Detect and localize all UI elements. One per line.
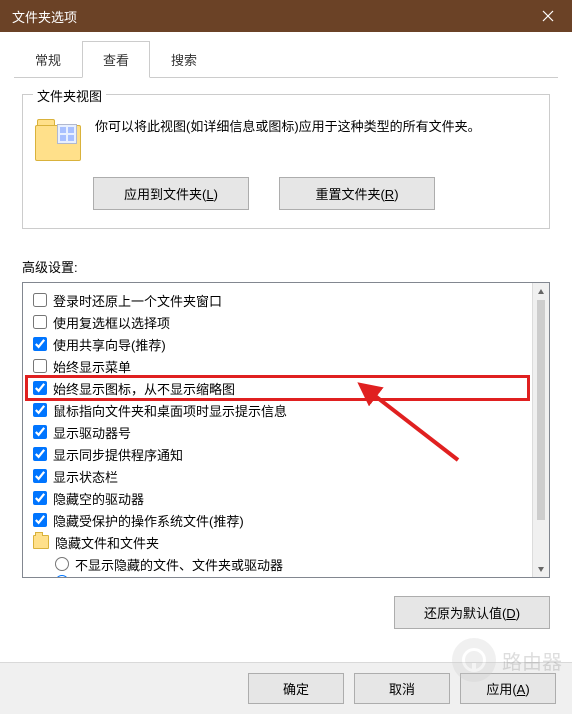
close-button[interactable] bbox=[524, 0, 572, 32]
checkbox-input[interactable] bbox=[33, 359, 47, 373]
window-title: 文件夹选项 bbox=[12, 7, 77, 26]
folder-mini-icon bbox=[33, 535, 49, 549]
ok-button[interactable]: 确定 bbox=[248, 673, 344, 704]
advanced-settings-label: 高级设置: bbox=[22, 257, 550, 276]
scroll-track[interactable] bbox=[533, 300, 549, 560]
item-label: 始终显示图标，从不显示缩略图 bbox=[53, 379, 235, 398]
item-label: 显示隐藏的文件、文件夹和驱动器 bbox=[75, 575, 270, 577]
scroll-down-arrow[interactable] bbox=[533, 560, 549, 577]
checkbox-input[interactable] bbox=[33, 315, 47, 329]
item-label: 隐藏受保护的操作系统文件(推荐) bbox=[53, 511, 244, 530]
item-label: 使用共享向导(推荐) bbox=[53, 335, 166, 354]
item-label: 不显示隐藏的文件、文件夹或驱动器 bbox=[75, 555, 283, 574]
item-label: 登录时还原上一个文件夹窗口 bbox=[53, 291, 222, 310]
cancel-button[interactable]: 取消 bbox=[354, 673, 450, 704]
checkbox-input[interactable] bbox=[33, 381, 47, 395]
advanced-item-11[interactable]: 隐藏文件和文件夹 bbox=[27, 531, 528, 553]
item-label: 鼠标指向文件夹和桌面项时显示提示信息 bbox=[53, 401, 287, 420]
checkbox-input[interactable] bbox=[33, 293, 47, 307]
scroll-thumb[interactable] bbox=[537, 300, 545, 520]
item-label: 显示同步提供程序通知 bbox=[53, 445, 183, 464]
checkbox-input[interactable] bbox=[33, 447, 47, 461]
reset-folders-button[interactable]: 重置文件夹(R) bbox=[279, 177, 435, 210]
radio-input[interactable] bbox=[55, 557, 69, 571]
restore-defaults-button[interactable]: 还原为默认值(D) bbox=[394, 596, 550, 629]
titlebar: 文件夹选项 bbox=[0, 0, 572, 32]
advanced-item-13[interactable]: 显示隐藏的文件、文件夹和驱动器 bbox=[27, 575, 528, 577]
item-label: 隐藏空的驱动器 bbox=[53, 489, 144, 508]
dialog-button-bar: 确定 取消 应用(A) bbox=[0, 662, 572, 714]
item-label: 隐藏文件和文件夹 bbox=[55, 533, 159, 552]
checkbox-input[interactable] bbox=[33, 403, 47, 417]
advanced-item-8[interactable]: 显示状态栏 bbox=[27, 465, 528, 487]
item-label: 使用复选框以选择项 bbox=[53, 313, 170, 332]
advanced-item-4[interactable]: 始终显示图标，从不显示缩略图 bbox=[27, 377, 528, 399]
advanced-item-9[interactable]: 隐藏空的驱动器 bbox=[27, 487, 528, 509]
folder-view-legend: 文件夹视图 bbox=[33, 86, 106, 105]
advanced-item-5[interactable]: 鼠标指向文件夹和桌面项时显示提示信息 bbox=[27, 399, 528, 421]
advanced-item-0[interactable]: 登录时还原上一个文件夹窗口 bbox=[27, 289, 528, 311]
advanced-item-1[interactable]: 使用复选框以选择项 bbox=[27, 311, 528, 333]
advanced-settings-list: 登录时还原上一个文件夹窗口使用复选框以选择项使用共享向导(推荐) 始终显示菜单始终… bbox=[22, 282, 550, 578]
tab-strip: 常规 查看 搜索 bbox=[14, 40, 558, 78]
tab-general[interactable]: 常规 bbox=[14, 41, 82, 78]
folder-view-description: 你可以将此视图(如详细信息或图标)应用于这种类型的所有文件夹。 bbox=[95, 117, 537, 138]
advanced-item-6[interactable]: 显示驱动器号 bbox=[27, 421, 528, 443]
folder-icon bbox=[35, 117, 81, 161]
advanced-item-2[interactable]: 使用共享向导(推荐) bbox=[27, 333, 528, 355]
item-label: 显示驱动器号 bbox=[53, 423, 131, 442]
advanced-item-3[interactable]: 始终显示菜单 bbox=[27, 355, 528, 377]
folder-view-group: 文件夹视图 你可以将此视图(如详细信息或图标)应用于这种类型的所有文件夹。 应用… bbox=[22, 94, 550, 229]
checkbox-input[interactable] bbox=[33, 491, 47, 505]
checkbox-input[interactable] bbox=[33, 425, 47, 439]
scrollbar[interactable] bbox=[532, 283, 549, 577]
checkbox-input[interactable] bbox=[33, 469, 47, 483]
close-icon bbox=[542, 10, 554, 22]
scroll-up-arrow[interactable] bbox=[533, 283, 549, 300]
tab-search[interactable]: 搜索 bbox=[150, 41, 218, 78]
item-label: 始终显示菜单 bbox=[53, 357, 131, 376]
advanced-item-7[interactable]: 显示同步提供程序通知 bbox=[27, 443, 528, 465]
item-label: 显示状态栏 bbox=[53, 467, 118, 486]
tab-view[interactable]: 查看 bbox=[82, 41, 150, 78]
checkbox-input[interactable] bbox=[33, 337, 47, 351]
advanced-item-12[interactable]: 不显示隐藏的文件、文件夹或驱动器 bbox=[27, 553, 528, 575]
advanced-item-10[interactable]: 隐藏受保护的操作系统文件(推荐) bbox=[27, 509, 528, 531]
radio-input[interactable] bbox=[55, 575, 69, 577]
apply-to-folders-button[interactable]: 应用到文件夹(L) bbox=[93, 177, 249, 210]
checkbox-input[interactable] bbox=[33, 513, 47, 527]
apply-button[interactable]: 应用(A) bbox=[460, 673, 556, 704]
